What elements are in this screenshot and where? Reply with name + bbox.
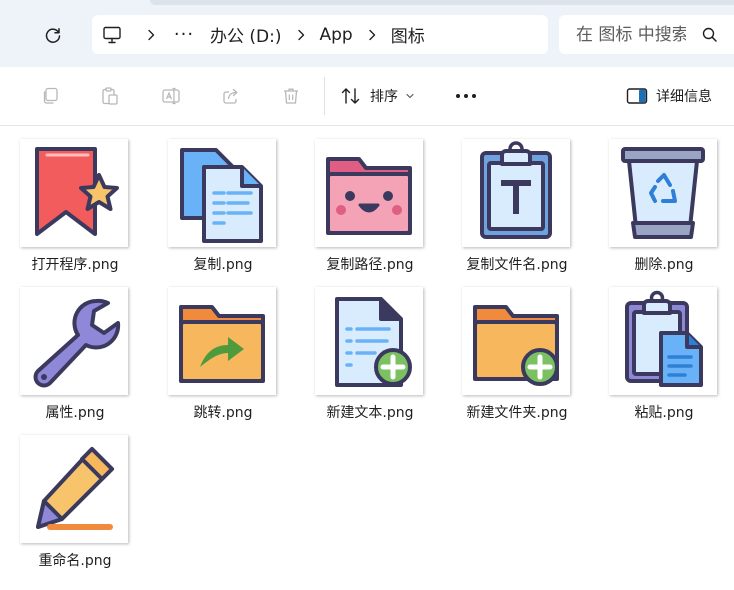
file-item[interactable]: 新建文本.png	[295, 274, 425, 421]
search-box[interactable]	[559, 15, 734, 54]
rename-icon	[162, 87, 180, 105]
paste-clipboard-icon	[625, 290, 703, 387]
wrench-icon	[33, 298, 121, 388]
file-item[interactable]: 属性.png	[0, 274, 130, 421]
pencil-icon	[36, 447, 114, 530]
trash-icon	[284, 88, 298, 104]
copy-button[interactable]	[34, 80, 66, 112]
folder-arrow-icon	[179, 305, 265, 383]
sort-button[interactable]: 排序	[340, 80, 430, 112]
file-item[interactable]: 粘贴.png	[589, 274, 719, 421]
file-item[interactable]: 跳转.png	[148, 274, 278, 421]
file-name: 复制路径.png	[326, 257, 414, 273]
sort-label: 排序	[370, 89, 398, 105]
search-button[interactable]	[700, 25, 720, 45]
file-name: 跳转.png	[193, 405, 253, 421]
delete-button[interactable]	[275, 80, 307, 112]
file-name: 属性.png	[45, 405, 105, 421]
file-name: 新建文本.png	[326, 405, 414, 421]
file-item[interactable]: 复制.png	[148, 126, 278, 273]
file-item[interactable]: 新建文件夹.png	[442, 274, 572, 421]
file-thumbnail	[609, 287, 717, 395]
toolbar-divider	[324, 77, 325, 115]
file-name: 粘贴.png	[634, 405, 694, 421]
more-options-button[interactable]	[450, 80, 482, 112]
details-pane-icon	[626, 88, 648, 104]
breadcrumb-drive[interactable]: 办公 (D:)	[210, 15, 282, 54]
smiling-folder-icon	[326, 157, 412, 235]
file-name: 复制.png	[193, 257, 253, 273]
bookmark-star-icon	[35, 147, 119, 236]
file-item[interactable]: 重命名.png	[0, 422, 130, 569]
details-label: 详细信息	[656, 89, 712, 105]
file-thumbnail	[20, 139, 128, 247]
details-pane-button[interactable]: 详细信息	[626, 80, 730, 112]
file-thumbnail	[462, 139, 570, 247]
copy-icon	[43, 87, 58, 104]
clipboard-text-icon	[480, 141, 552, 239]
chevron-right-icon	[297, 29, 304, 40]
paste-icon	[102, 87, 118, 105]
breadcrumb-separator[interactable]	[132, 15, 170, 54]
file-thumbnail	[20, 435, 128, 543]
tab-strip-edge	[150, 0, 734, 5]
refresh-icon	[45, 28, 61, 43]
search-input[interactable]	[576, 24, 686, 45]
chevron-down-icon	[406, 93, 414, 99]
file-thumbnail	[20, 287, 128, 395]
rename-button[interactable]	[155, 80, 187, 112]
breadcrumb-app[interactable]: App	[320, 15, 353, 54]
breadcrumb-separator[interactable]	[353, 15, 391, 54]
search-icon	[702, 27, 717, 42]
breadcrumb[interactable]: ··· 办公 (D:) App 图标	[92, 15, 548, 54]
breadcrumb-this-pc[interactable]	[92, 15, 132, 54]
chevron-right-icon	[148, 29, 155, 40]
file-item[interactable]: 复制路径.png	[295, 126, 425, 273]
address-bar: ··· 办公 (D:) App 图标	[0, 0, 734, 68]
breadcrumb-more-button[interactable]: ···	[170, 15, 198, 54]
file-thumbnail	[609, 139, 717, 247]
file-name: 重命名.png	[38, 553, 112, 569]
file-name: 新建文件夹.png	[466, 405, 568, 421]
file-name: 复制文件名.png	[466, 257, 568, 273]
sort-icon	[341, 88, 360, 104]
new-document-icon	[335, 297, 412, 387]
computer-icon	[103, 26, 121, 43]
share-icon	[223, 88, 238, 104]
breadcrumb-current-folder[interactable]: 图标	[391, 15, 425, 54]
file-thumbnail	[315, 287, 423, 395]
file-item[interactable]: 复制文件名.png	[442, 126, 572, 273]
new-folder-icon	[473, 305, 559, 386]
file-name: 删除.png	[634, 257, 694, 273]
file-thumbnail	[462, 287, 570, 395]
refresh-button[interactable]	[37, 20, 69, 52]
breadcrumb-separator[interactable]	[282, 15, 320, 54]
file-thumbnail	[168, 139, 276, 247]
recycle-bin-icon	[621, 147, 705, 239]
paste-button[interactable]	[94, 80, 126, 112]
chevron-right-icon	[369, 29, 375, 40]
file-item[interactable]: 删除.png	[589, 126, 719, 273]
file-name: 打开程序.png	[31, 257, 119, 273]
more-horizontal-icon	[456, 94, 476, 98]
copy-documents-icon	[180, 148, 263, 243]
file-item[interactable]: 打开程序.png	[0, 126, 130, 273]
share-button[interactable]	[215, 80, 247, 112]
file-thumbnail	[168, 287, 276, 395]
file-thumbnail	[315, 139, 423, 247]
command-bar: 排序 详细信息	[0, 67, 734, 126]
